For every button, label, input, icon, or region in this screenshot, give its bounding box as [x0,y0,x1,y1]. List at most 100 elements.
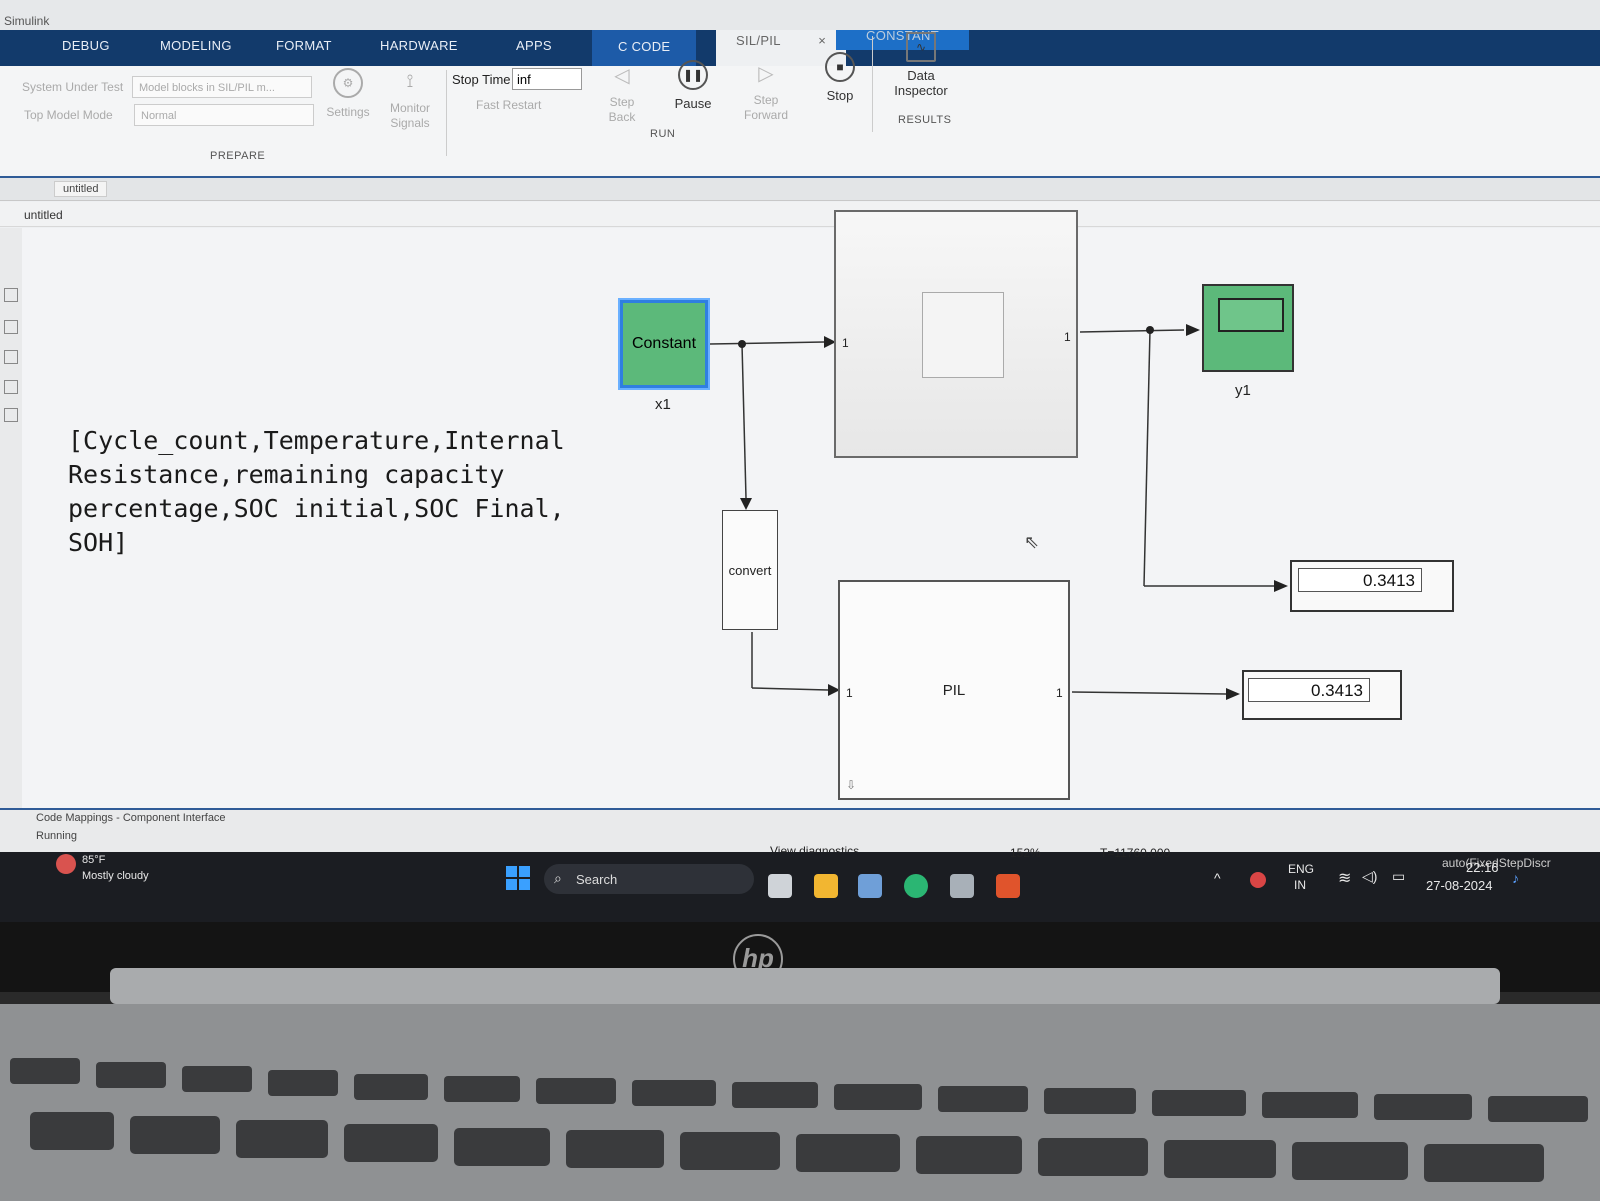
model-tab-untitled[interactable]: untitled [54,181,108,197]
simulation-state: Running [36,830,77,842]
tab-apps[interactable]: APPS [516,38,552,53]
pil-output-port: 1 [1056,686,1063,700]
matlab-icon[interactable] [996,874,1020,898]
prepare-section-label: PREPARE [210,150,266,162]
model-breadcrumb: untitled [0,202,1600,227]
keyboard-key [454,1128,550,1166]
keyboard-key [732,1082,818,1108]
display-block-1[interactable]: 0.3413 [1290,560,1454,612]
keyboard-key [1374,1094,1472,1120]
pil-download-icon: ⇩ [846,778,857,792]
fast-restart-label[interactable]: Fast Restart [476,98,541,112]
data-inspector-button[interactable]: ∿ Data Inspector [880,32,962,98]
model-annotation[interactable]: [Cycle_count,Temperature,Internal Resist… [68,424,565,560]
battery-icon[interactable]: ▭ [1392,868,1405,885]
clock-time[interactable]: 22:16 [1466,860,1499,875]
keyboard-key [1424,1144,1544,1182]
pil-block[interactable]: PIL 1 1 ⇩ [838,580,1070,800]
tab-debug[interactable]: DEBUG [62,38,110,53]
task-view-icon[interactable] [768,874,792,898]
step-back-label: Step Back [608,95,636,124]
area-tool-icon[interactable] [4,408,18,422]
scope-block[interactable] [1202,284,1294,372]
language-code[interactable]: ENG [1288,862,1314,876]
wifi-icon[interactable]: ≋ [1338,868,1351,888]
monitor-signals-icon: ⟟ [406,70,414,91]
tab-format[interactable]: FORMAT [276,38,332,53]
stop-button[interactable]: ■ Stop [818,52,862,103]
keyboard-key [834,1084,922,1110]
constant-block[interactable]: Constant [620,300,708,388]
edge-browser-icon[interactable] [904,874,928,898]
annotation-tool-icon[interactable] [4,350,18,364]
app-title: Simulink [4,14,50,28]
step-back-icon: ◁ [614,64,630,87]
weather-icon [56,854,76,874]
scope-screen-icon [1218,298,1284,332]
toolstrip-ribbon: System Under Test Model blocks in SIL/PI… [0,32,1600,178]
stop-icon: ■ [825,52,855,82]
data-inspector-label: Data Inspector [894,68,948,98]
zoom-level: 152% [1010,846,1041,860]
laptop-hinge [110,968,1500,1004]
chevron-up-icon[interactable]: ^ [1214,870,1221,886]
run-section-label: RUN [650,128,676,140]
system-under-test-value: Model blocks in SIL/PIL m... [139,82,275,94]
app-icon[interactable] [950,874,974,898]
constant-block-name[interactable]: x1 [655,396,671,413]
windows-taskbar: 85°F Mostly cloudy 152% T=11760.000 auto… [0,846,1600,922]
breadcrumb-untitled[interactable]: untitled [24,208,63,222]
keyboard-key [1044,1088,1136,1114]
pil-input-port: 1 [846,686,853,700]
pan-tool-icon[interactable] [4,288,18,302]
image-tool-icon[interactable] [4,380,18,394]
pause-button[interactable]: ❚❚ Pause [668,60,718,111]
scope-block-name[interactable]: y1 [1235,382,1251,399]
system-under-test-label: System Under Test [22,80,124,94]
file-explorer-icon[interactable] [814,874,838,898]
keyboard-key [680,1132,780,1170]
stop-time-input[interactable]: inf [512,68,582,90]
step-back-button[interactable]: ◁ Step Back [600,62,644,125]
security-icon[interactable] [1250,872,1266,888]
code-mappings-link[interactable]: Code Mappings - Component Interface [36,812,226,824]
keyboard-key [1262,1092,1358,1118]
convert-block[interactable]: convert [722,510,778,630]
taskbar-search-box[interactable]: ⌕ Search [544,864,754,894]
zoom-tool-icon[interactable] [4,320,18,334]
keyboard-key [96,1062,166,1088]
tab-sil-pil-label: SIL/PIL [736,33,781,48]
display-2-value: 0.3413 [1248,678,1370,702]
subsystem-block[interactable]: 1 1 [834,210,1078,458]
keyboard-key [632,1080,716,1106]
notification-bell-icon[interactable]: ♪ [1512,870,1519,886]
weather-description[interactable]: Mostly cloudy [82,870,149,882]
model-canvas[interactable]: [Cycle_count,Temperature,Internal Resist… [22,210,1600,808]
volume-icon[interactable]: ◁) [1362,868,1377,885]
clock-date[interactable]: 27-08-2024 [1426,878,1493,893]
keyboard-key [182,1066,252,1092]
system-under-test-dropdown[interactable]: Model blocks in SIL/PIL m... [132,76,312,98]
toolstrip-tabs: DEBUG MODELING FORMAT HARDWARE APPS C CO… [0,29,1600,66]
tab-close-icon[interactable]: × [818,33,826,48]
step-forward-button[interactable]: ▷ Step Forward [738,60,794,123]
results-section-label: RESULTS [898,114,952,126]
step-forward-icon: ▷ [758,62,774,85]
tab-hardware[interactable]: HARDWARE [380,38,458,53]
gear-icon: ⚙ [333,68,363,98]
top-model-mode-dropdown[interactable]: Normal [134,104,314,126]
weather-temperature[interactable]: 85°F [82,854,105,866]
settings-button[interactable]: ⚙ Settings [320,68,376,119]
keyboard-key [1164,1140,1276,1178]
monitor-signals-button[interactable]: ⟟ Monitor Signals [380,68,440,131]
ribbon-separator [872,36,873,132]
display-block-2[interactable]: 0.3413 [1242,670,1402,720]
ribbon-separator [446,70,447,156]
tab-modeling[interactable]: MODELING [160,38,232,53]
photos-icon[interactable] [858,874,882,898]
language-region[interactable]: IN [1294,878,1306,892]
keyboard-key [354,1074,428,1100]
keyboard-key [566,1130,664,1168]
keyboard-key [130,1116,220,1154]
windows-start-icon[interactable] [506,866,530,890]
